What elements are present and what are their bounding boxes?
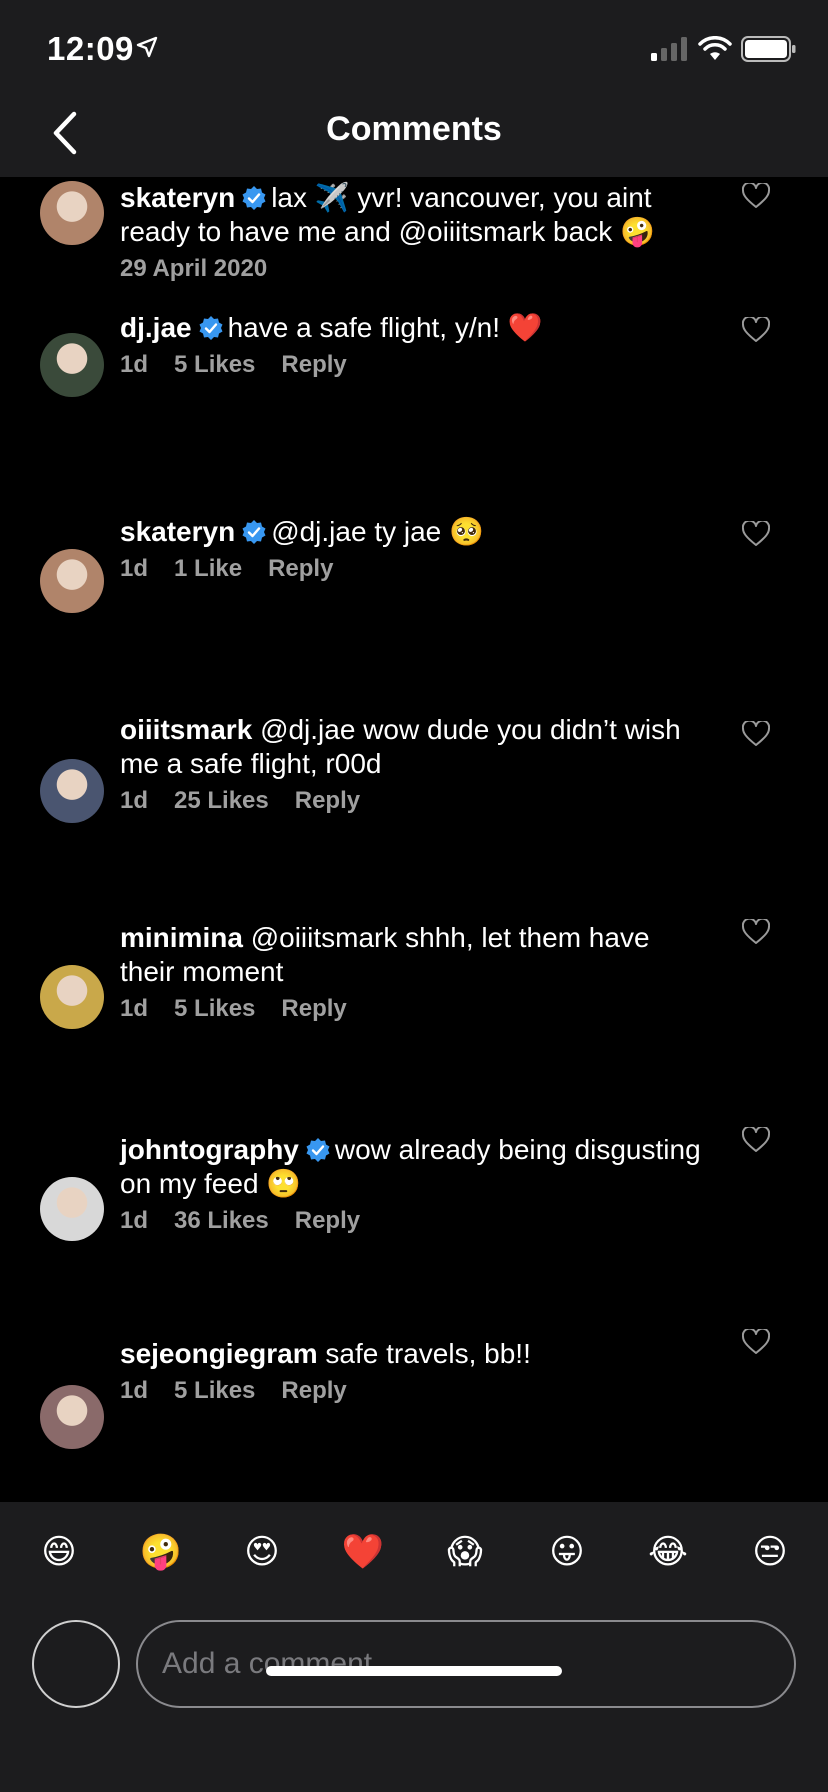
composer-avatar [32, 1620, 120, 1708]
comment-meta: 1d 1 Like Reply [120, 555, 710, 583]
comment-text: sejeongiegram safe travels, bb!! [120, 1337, 710, 1371]
comment-text: johntography wow already being disgusting… [120, 1133, 710, 1201]
comment-time: 1d [120, 1377, 149, 1404]
like-heart-icon[interactable] [742, 183, 770, 209]
reply-button[interactable]: Reply [295, 1207, 360, 1234]
comment-time: 1d [120, 787, 149, 814]
comment-text: skateryn lax ✈️ yvr! vancouver, you aint … [120, 181, 710, 249]
comment-username[interactable]: skateryn [120, 516, 235, 547]
location-arrow-icon [136, 36, 158, 58]
avatar[interactable] [40, 965, 104, 1029]
top-bar: 12:09 Comments [0, 0, 828, 177]
comment-message: @dj.jae ty jae 🥺 [271, 516, 484, 547]
emoji-quick-bar: 😄 🤪 😍 ❤️ 😱 😛 😂 😒 [0, 1502, 828, 1602]
comment-text: oiiitsmark @dj.jae wow dude you didn’t w… [120, 713, 710, 781]
comment-username[interactable]: oiiitsmark [120, 714, 252, 745]
reply-button[interactable]: Reply [268, 555, 333, 582]
emoji-button[interactable]: 😍 [240, 1530, 284, 1574]
comment-username[interactable]: johntography [120, 1134, 299, 1165]
comment-time: 1d [120, 995, 149, 1022]
comment-meta: 1d 5 Likes Reply [120, 351, 710, 379]
reply-button[interactable]: Reply [281, 351, 346, 378]
wifi-icon [698, 36, 732, 60]
avatar[interactable] [40, 1177, 104, 1241]
comment-meta: 1d 5 Likes Reply [120, 995, 710, 1023]
emoji-button[interactable]: ❤️ [341, 1530, 385, 1574]
verified-badge-icon [306, 1138, 330, 1162]
comment-composer [0, 1602, 828, 1792]
avatar[interactable] [40, 759, 104, 823]
comment-likes[interactable]: 25 Likes [174, 787, 269, 814]
like-heart-icon[interactable] [742, 1127, 770, 1153]
emoji-button[interactable]: 😂 [646, 1530, 690, 1574]
comment-username[interactable]: dj.jae [120, 312, 192, 343]
comment-body: skateryn @dj.jae ty jae 🥺 1d 1 Like Reply [120, 515, 710, 583]
comment-username[interactable]: skateryn [120, 182, 235, 213]
like-heart-icon[interactable] [742, 721, 770, 747]
verified-badge-icon [242, 186, 266, 210]
emoji-button[interactable]: 😛 [545, 1530, 589, 1574]
like-heart-icon[interactable] [742, 919, 770, 945]
avatar[interactable] [40, 333, 104, 397]
comment-time: 29 April 2020 [120, 255, 268, 282]
like-heart-icon[interactable] [742, 317, 770, 343]
comment-text: dj.jae have a safe flight, y/n! ❤️ [120, 311, 710, 345]
like-heart-icon[interactable] [742, 1329, 770, 1355]
comment-likes[interactable]: 5 Likes [174, 995, 255, 1022]
comment-meta: 1d 25 Likes Reply [120, 787, 710, 815]
app: 12:09 Comments skateryn lax ✈️ yvr! vanco… [0, 0, 828, 1792]
emoji-button[interactable]: 😱 [443, 1530, 487, 1574]
comment-time: 1d [120, 351, 149, 378]
verified-badge-icon [199, 316, 223, 340]
comment-username[interactable]: minimina [120, 922, 243, 953]
comment-body: minimina @oiiitsmark shhh, let them have… [120, 921, 710, 1023]
comment-meta: 1d 36 Likes Reply [120, 1207, 710, 1235]
status-time: 12:09 [47, 30, 134, 67]
emoji-button[interactable]: 😄 [37, 1530, 81, 1574]
verified-badge-icon [242, 520, 266, 544]
avatar[interactable] [40, 181, 104, 245]
like-heart-icon[interactable] [742, 521, 770, 547]
comment-message: have a safe flight, y/n! ❤️ [227, 312, 543, 343]
comment-text: skateryn @dj.jae ty jae 🥺 [120, 515, 710, 549]
home-indicator [266, 1666, 562, 1676]
comment-time: 1d [120, 555, 149, 582]
comment-likes[interactable]: 36 Likes [174, 1207, 269, 1234]
reply-button[interactable]: Reply [281, 1377, 346, 1404]
comments-list: skateryn lax ✈️ yvr! vancouver, you aint … [0, 177, 828, 1502]
battery-icon [741, 36, 796, 62]
page-title: Comments [326, 110, 502, 148]
comment-body: dj.jae have a safe flight, y/n! ❤️ 1d 5 Lik… [120, 311, 710, 379]
comment-meta: 1d 5 Likes Reply [120, 1377, 710, 1405]
comment-body: skateryn lax ✈️ yvr! vancouver, you aint … [120, 181, 710, 283]
avatar[interactable] [40, 1385, 104, 1449]
avatar[interactable] [40, 549, 104, 613]
reply-button[interactable]: Reply [295, 787, 360, 814]
emoji-button[interactable]: 😒 [748, 1530, 792, 1574]
comment-likes[interactable]: 5 Likes [174, 1377, 255, 1404]
reply-button[interactable]: Reply [281, 995, 346, 1022]
comment-likes[interactable]: 1 Like [174, 555, 242, 582]
comment-username[interactable]: sejeongiegram [120, 1338, 318, 1369]
comment-text: minimina @oiiitsmark shhh, let them have… [120, 921, 710, 989]
comment-time: 1d [120, 1207, 149, 1234]
comment-body: oiiitsmark @dj.jae wow dude you didn’t w… [120, 713, 710, 815]
comment-body: johntography wow already being disgusting… [120, 1133, 710, 1235]
comment-meta: 29 April 2020 [120, 255, 710, 283]
emoji-button[interactable]: 🤪 [139, 1530, 183, 1574]
comment-input[interactable] [136, 1620, 796, 1708]
comment-likes[interactable]: 5 Likes [174, 351, 255, 378]
comment-message: safe travels, bb!! [325, 1338, 531, 1369]
comment-body: sejeongiegram safe travels, bb!! 1d 5 Like… [120, 1337, 710, 1405]
signal-icon [651, 37, 687, 61]
